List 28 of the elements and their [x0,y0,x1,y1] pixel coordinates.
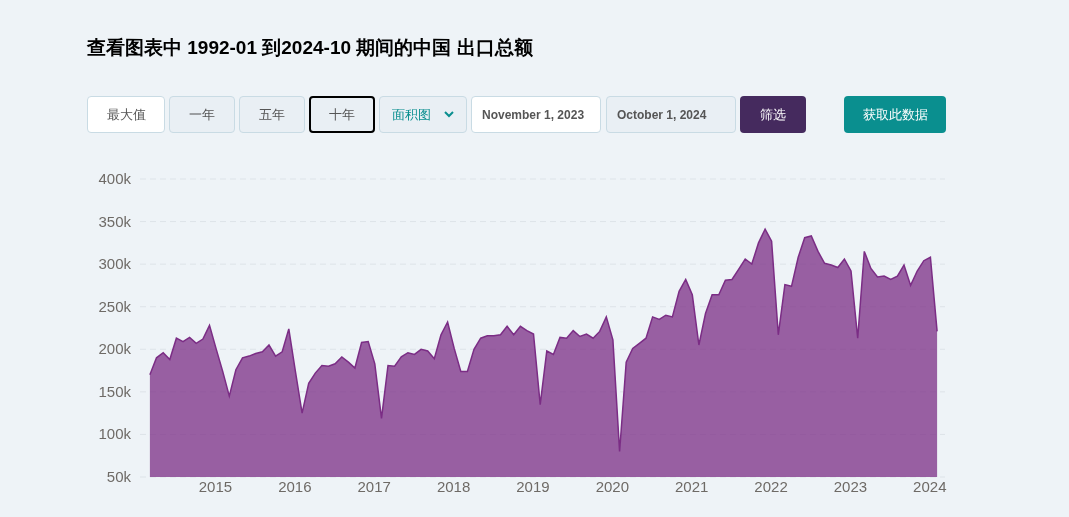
y-axis-label: 400k [98,170,131,187]
range-button[interactable]: 五年 [239,96,305,133]
x-axis-label: 2021 [675,478,709,493]
fetch-data-button[interactable]: 获取此数据 [844,96,946,133]
x-axis-label: 2022 [754,478,788,493]
chart-type-select[interactable]: 面积图 [379,96,467,133]
x-axis-label: 2015 [198,478,233,493]
range-button[interactable]: 一年 [169,96,235,133]
y-axis-label: 350k [98,212,131,230]
x-axis-label: 2020 [595,478,629,493]
x-axis-label: 2018 [436,478,471,493]
y-axis-label: 150k [98,382,131,400]
range-button[interactable]: 十年 [309,96,375,133]
y-axis-label: 200k [98,340,131,358]
x-axis-label: 2016 [278,478,312,493]
y-axis-label: 100k [98,425,131,443]
filter-button[interactable]: 筛选 [740,96,806,133]
x-axis-label: 2019 [516,478,550,493]
chevron-down-icon [444,111,454,118]
y-axis-label: 50k [106,468,131,485]
x-axis-label: 2017 [357,478,391,493]
date-from-field[interactable]: November 1, 2023 [471,96,601,133]
page-title: 查看图表中 1992-01 到2024-10 期间的中国 出口总额 [87,36,534,60]
y-axis-label: 250k [98,297,131,315]
y-axis-label: 300k [98,255,131,273]
range-button[interactable]: 最大值 [87,96,165,133]
x-axis-label: 2024 [913,478,947,493]
x-axis-label: 2023 [833,478,868,493]
